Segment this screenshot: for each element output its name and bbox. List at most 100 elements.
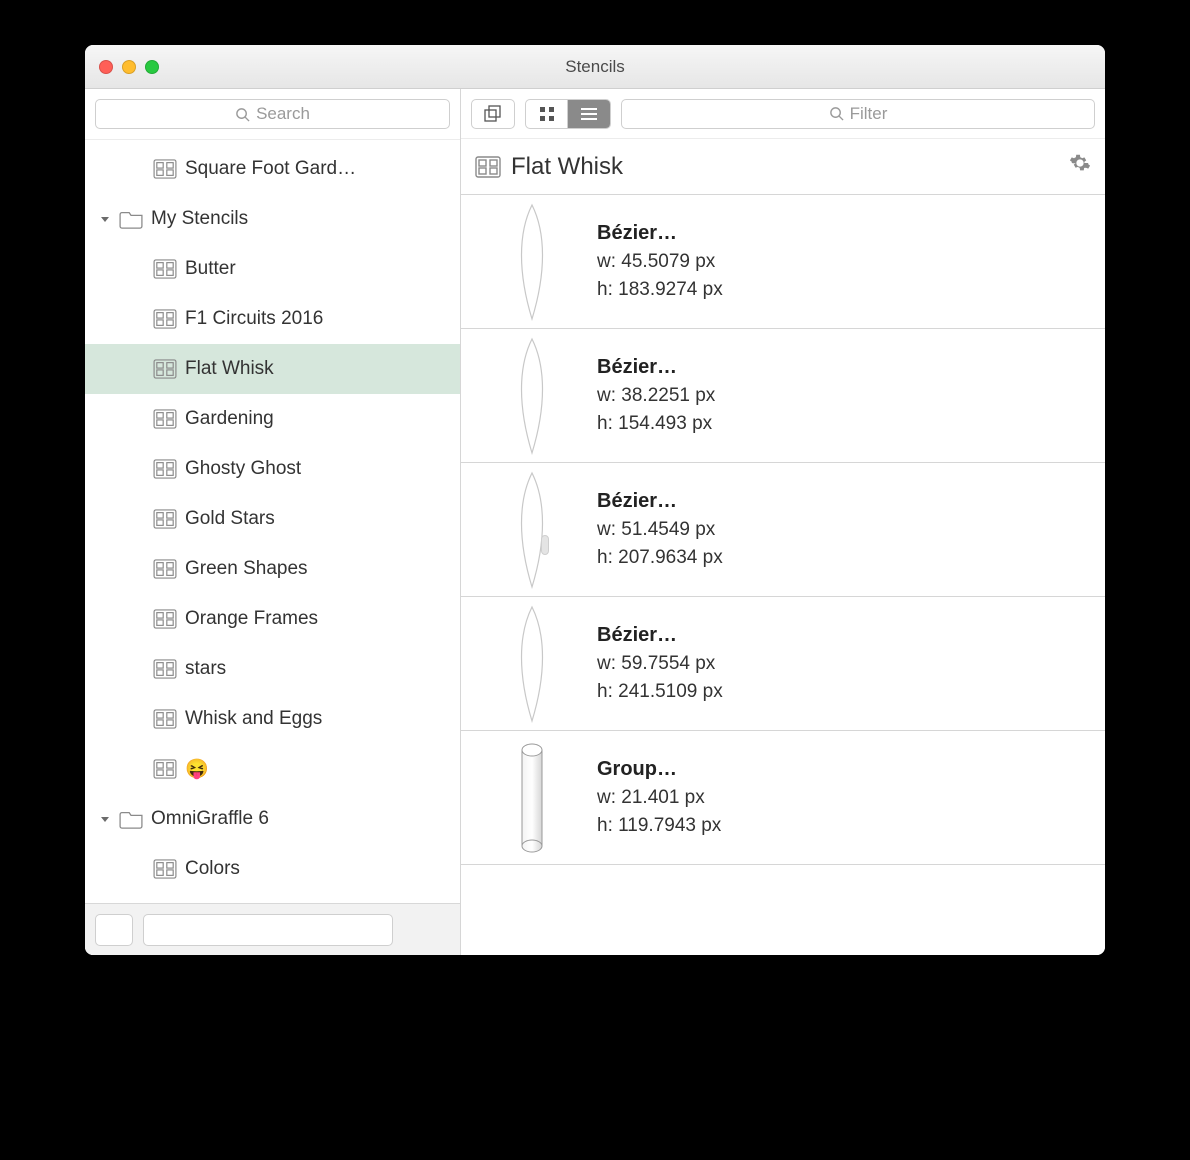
sidebar-item[interactable]: stars — [85, 644, 460, 694]
search-icon — [829, 106, 844, 121]
folder-icon — [119, 209, 143, 229]
filter-input[interactable]: Filter — [621, 99, 1095, 129]
sidebar-item[interactable]: 😝 — [85, 744, 460, 794]
stencil-icon — [153, 709, 177, 729]
stencil-icon — [153, 509, 177, 529]
shape-preview — [487, 470, 577, 590]
whisk-loop-icon — [512, 203, 552, 321]
sidebar-item-label: Gardening — [185, 408, 274, 430]
stencil-icon — [153, 859, 177, 879]
shape-name: Bézier… — [597, 222, 723, 245]
sidebar-item-label: Flat Whisk — [185, 358, 274, 380]
shape-name: Bézier… — [597, 624, 723, 647]
folder-icon — [119, 809, 143, 829]
stencil-icon — [475, 156, 501, 178]
shape-info: Bézier…w: 45.5079 pxh: 183.9274 px — [597, 222, 723, 301]
sidebar-item-label: Ghosty Ghost — [185, 458, 301, 480]
stencil-icon — [153, 309, 177, 329]
cylinder-icon — [519, 742, 545, 854]
grid-icon — [539, 106, 555, 122]
shape-width: w: 51.4549 px — [597, 519, 723, 541]
stencil-icon — [153, 459, 177, 479]
sidebar-item-label: stars — [185, 658, 226, 680]
shape-preview — [487, 604, 577, 724]
shape-width: w: 45.5079 px — [597, 251, 723, 273]
stencils-window: Stencils Search Square Foot Gard…My Sten… — [85, 45, 1105, 955]
sidebar-item[interactable]: Butter — [85, 244, 460, 294]
sidebar-item[interactable]: Orange Frames — [85, 594, 460, 644]
sidebar-item[interactable]: Whisk and Eggs — [85, 694, 460, 744]
shape-preview — [487, 336, 577, 456]
view-list-button[interactable] — [568, 100, 610, 128]
gear-icon — [1069, 152, 1091, 174]
drag-well-small[interactable] — [95, 914, 133, 946]
list-icon — [580, 107, 598, 121]
sidebar-item-label: Whisk and Eggs — [185, 708, 322, 730]
main-toolbar: Filter — [461, 89, 1105, 139]
search-input[interactable]: Search — [95, 99, 450, 129]
sidebar-folder[interactable]: OmniGraffle 6 — [85, 794, 460, 844]
shape-info: Bézier…w: 51.4549 pxh: 207.9634 px — [597, 490, 723, 569]
shape-height: h: 207.9634 px — [597, 547, 723, 569]
disclosure-triangle[interactable] — [99, 813, 111, 825]
sidebar-item-label: 😝 — [185, 757, 209, 781]
stenciltown-button-group — [471, 99, 515, 129]
stencil-icon — [153, 409, 177, 429]
sidebar-item[interactable]: Flat Whisk — [85, 344, 460, 394]
sidebar-item-label: Colors — [185, 858, 240, 880]
sidebar-toolbar: Search — [85, 89, 460, 140]
window-controls — [85, 60, 159, 74]
sidebar-item[interactable]: Gold Stars — [85, 494, 460, 544]
content-area: Search Square Foot Gard…My StencilsButte… — [85, 89, 1105, 955]
stencil-icon — [153, 159, 177, 179]
stencil-icon — [153, 659, 177, 679]
sidebar-item[interactable]: Square Foot Gard… — [85, 144, 460, 194]
shape-height: h: 154.493 px — [597, 413, 715, 435]
sidebar-item[interactable]: Ghosty Ghost — [85, 444, 460, 494]
stencil-shape-row[interactable]: Group…w: 21.401 pxh: 119.7943 px — [461, 731, 1105, 865]
sidebar-item-label: F1 Circuits 2016 — [185, 308, 323, 330]
shape-preview — [487, 738, 577, 858]
drag-well-wide[interactable] — [143, 914, 393, 946]
shape-width: w: 38.2251 px — [597, 385, 715, 407]
stencil-shape-row[interactable]: Bézier…w: 45.5079 pxh: 183.9274 px — [461, 195, 1105, 329]
shape-info: Group…w: 21.401 pxh: 119.7943 px — [597, 758, 721, 837]
stencil-icon — [153, 559, 177, 579]
zoom-window-button[interactable] — [145, 60, 159, 74]
sidebar-item[interactable]: Colors — [85, 844, 460, 894]
stencil-shape-row[interactable]: Bézier…w: 51.4549 pxh: 207.9634 px — [461, 463, 1105, 597]
stencil-tree: Square Foot Gard…My StencilsButter F1 Cir… — [85, 140, 460, 903]
shape-info: Bézier…w: 38.2251 pxh: 154.493 px — [597, 356, 715, 435]
shape-height: h: 241.5109 px — [597, 681, 723, 703]
stencil-shape-row[interactable]: Bézier…w: 59.7554 pxh: 241.5109 px — [461, 597, 1105, 731]
sidebar-item-label: Green Shapes — [185, 558, 308, 580]
sidebar-item-label: Gold Stars — [185, 508, 275, 530]
search-placeholder: Search — [256, 104, 310, 124]
stencil-settings-button[interactable] — [1069, 152, 1091, 181]
stencil-shape-row[interactable]: Bézier…w: 38.2251 pxh: 154.493 px — [461, 329, 1105, 463]
window-title: Stencils — [85, 57, 1105, 77]
view-grid-button[interactable] — [526, 100, 568, 128]
shape-preview — [487, 202, 577, 322]
disclosure-triangle[interactable] — [99, 213, 111, 225]
stencil-header: Flat Whisk — [461, 139, 1105, 195]
close-window-button[interactable] — [99, 60, 113, 74]
stencil-icon — [153, 259, 177, 279]
sidebar-item[interactable]: Green Shapes — [85, 544, 460, 594]
search-icon — [235, 107, 250, 122]
stencil-icon — [153, 759, 177, 779]
stenciltown-icon — [484, 105, 502, 123]
shape-name: Group… — [597, 758, 721, 781]
stenciltown-button[interactable] — [472, 100, 514, 128]
filter-placeholder: Filter — [850, 104, 888, 124]
sidebar-item-label: Orange Frames — [185, 608, 318, 630]
stencil-title: Flat Whisk — [511, 153, 623, 181]
sidebar-item[interactable]: F1 Circuits 2016 — [85, 294, 460, 344]
pane-resize-handle[interactable] — [541, 535, 549, 555]
titlebar: Stencils — [85, 45, 1105, 89]
minimize-window-button[interactable] — [122, 60, 136, 74]
shape-height: h: 119.7943 px — [597, 815, 721, 837]
sidebar-item[interactable]: Gardening — [85, 394, 460, 444]
main-panel: Filter Flat Whisk Bézier…w: 45.5079 pxh: — [461, 89, 1105, 955]
sidebar-folder[interactable]: My Stencils — [85, 194, 460, 244]
